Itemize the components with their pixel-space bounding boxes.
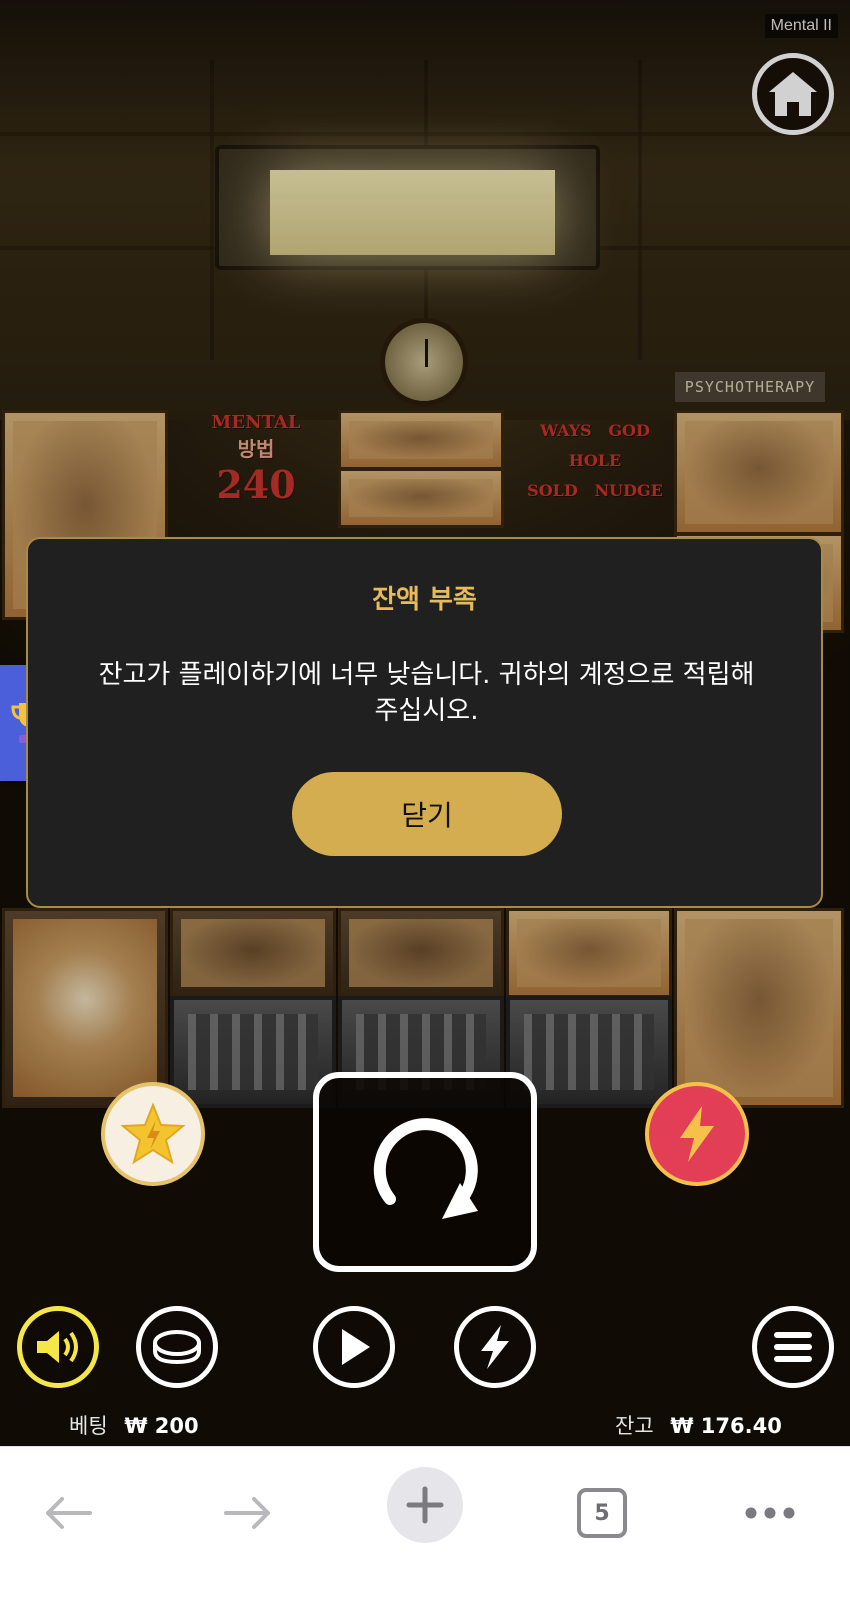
bet-display: 베팅 ₩ 200 [69, 1410, 199, 1440]
tabs-button[interactable]: 5 [577, 1488, 627, 1538]
bet-settings-button[interactable] [136, 1306, 218, 1388]
balance-value: ₩ 176.40 [670, 1414, 782, 1438]
sound-icon [37, 1331, 78, 1363]
game-viewport: PSYCHOTHERAPY Mental II MENTAL 방법 240 WA… [0, 0, 850, 1446]
balance-label: 잔고 [615, 1414, 654, 1438]
spin-button[interactable] [313, 1072, 537, 1272]
spin-icon [373, 1118, 478, 1219]
bet-label: 베팅 [69, 1414, 108, 1438]
dialog-message: 잔고가 플레이하기에 너무 낮습니다. 귀하의 계정으로 적립해 주십시오. [68, 657, 785, 729]
plus-icon [406, 1486, 444, 1524]
dialog-title: 잔액 부족 [372, 585, 477, 615]
forward-arrow-icon [224, 1497, 270, 1529]
browser-toolbar: 5 [0, 1446, 850, 1611]
dialog-message-line2: 주십시오. [374, 696, 479, 726]
forward-button[interactable] [218, 1483, 278, 1543]
insufficient-balance-dialog: 잔액 부족 잔고가 플레이하기에 너무 낮습니다. 귀하의 계정으로 적립해 주… [26, 537, 823, 908]
dialog-message-line1: 잔고가 플레이하기에 너무 낮습니다. 귀하의 계정으로 적립해 [98, 660, 755, 690]
back-arrow-icon [46, 1497, 92, 1529]
star-icon [120, 1102, 186, 1165]
tab-count: 5 [594, 1500, 610, 1526]
more-options-button[interactable] [740, 1483, 800, 1543]
bet-value: ₩ 200 [124, 1414, 199, 1438]
turbo-feature-button[interactable] [645, 1082, 749, 1186]
coin-icon [153, 1330, 201, 1365]
menu-icon [774, 1332, 812, 1362]
autoplay-button[interactable] [313, 1306, 395, 1388]
lightning-icon [680, 1106, 714, 1162]
play-icon [342, 1329, 370, 1365]
new-tab-button[interactable] [387, 1467, 463, 1543]
quick-spin-button[interactable] [454, 1306, 536, 1388]
lightning-circle-icon [481, 1325, 509, 1369]
feature-buy-button[interactable] [101, 1082, 205, 1186]
more-icon [745, 1507, 795, 1519]
dialog-close-button[interactable]: 닫기 [292, 772, 562, 856]
menu-button[interactable] [752, 1306, 834, 1388]
back-button[interactable] [38, 1483, 98, 1543]
sound-toggle-button[interactable] [17, 1306, 99, 1388]
balance-display: 잔고 ₩ 176.40 [615, 1410, 782, 1440]
